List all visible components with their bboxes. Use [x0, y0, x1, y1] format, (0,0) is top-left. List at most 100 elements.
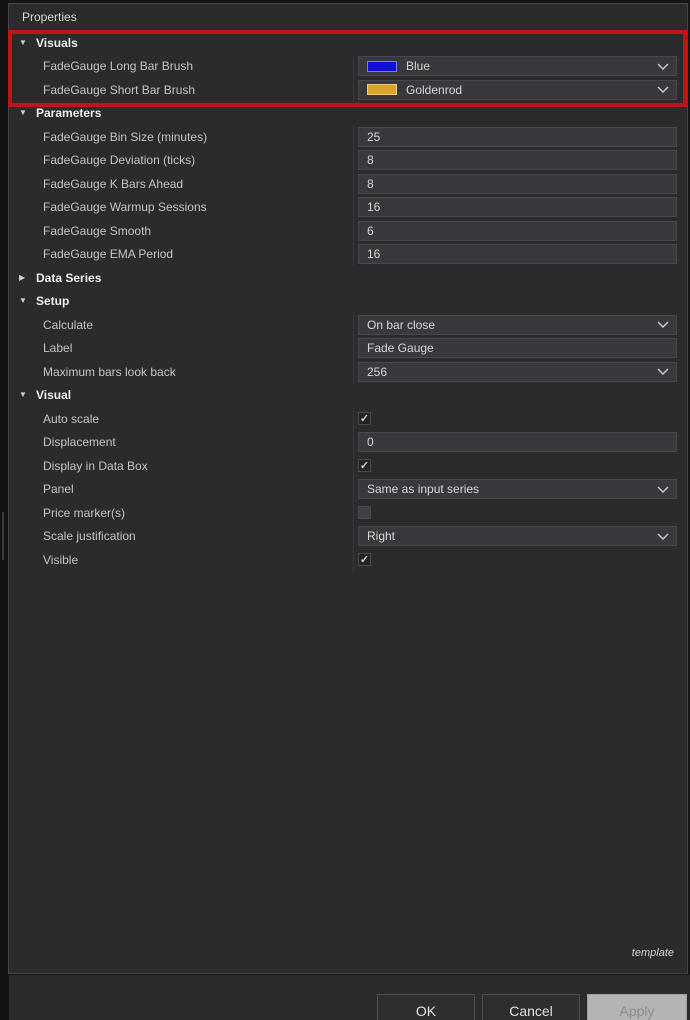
price-markers-checkbox[interactable]	[358, 506, 371, 519]
row-short-bar-brush: FadeGauge Short Bar Brush Goldenrod	[9, 78, 687, 102]
row-long-bar-brush: FadeGauge Long Bar Brush Blue	[9, 55, 687, 79]
short-bar-brush-dropdown[interactable]: Goldenrod	[358, 80, 677, 100]
row-scale-justification: Scale justification Right	[9, 525, 687, 549]
prop-label: Maximum bars look back	[43, 365, 176, 379]
prop-label: Visible	[43, 553, 78, 567]
dropdown-value: 256	[367, 365, 387, 379]
row-panel: Panel Same as input series	[9, 478, 687, 502]
properties-panel: Properties ▼ Visuals FadeGauge Long Bar …	[8, 3, 688, 974]
row-warmup-sessions: FadeGauge Warmup Sessions 16	[9, 196, 687, 220]
color-swatch-goldenrod	[367, 84, 397, 95]
dropdown-value: Same as input series	[367, 482, 479, 496]
section-setup[interactable]: ▼ Setup	[9, 290, 687, 314]
row-bin-size: FadeGauge Bin Size (minutes) 25	[9, 125, 687, 149]
prop-label: FadeGauge Deviation (ticks)	[43, 153, 195, 167]
data-box-checkbox[interactable]: ✓	[358, 459, 371, 472]
displacement-input[interactable]: 0	[358, 432, 677, 452]
section-label: Parameters	[36, 106, 101, 120]
max-bars-dropdown[interactable]: 256	[358, 362, 677, 382]
row-displacement: Displacement 0	[9, 431, 687, 455]
smooth-input[interactable]: 6	[358, 221, 677, 241]
row-max-bars-look-back: Maximum bars look back 256	[9, 360, 687, 384]
prop-label: FadeGauge Bin Size (minutes)	[43, 130, 207, 144]
row-smooth: FadeGauge Smooth 6	[9, 219, 687, 243]
triangle-expanded-icon[interactable]: ▼	[19, 39, 29, 47]
calculate-dropdown[interactable]: On bar close	[358, 315, 677, 335]
check-icon: ✓	[360, 414, 369, 424]
input-value: Fade Gauge	[367, 341, 434, 355]
dropdown-value: Right	[367, 529, 395, 543]
prop-label: FadeGauge Short Bar Brush	[43, 83, 195, 97]
input-value: 8	[367, 177, 374, 191]
section-label: Visuals	[36, 36, 78, 50]
prop-label: FadeGauge Warmup Sessions	[43, 200, 207, 214]
k-bars-ahead-input[interactable]: 8	[358, 174, 677, 194]
section-label: Setup	[36, 294, 69, 308]
prop-label: FadeGauge K Bars Ahead	[43, 177, 183, 191]
prop-label: Scale justification	[43, 529, 136, 543]
row-auto-scale: Auto scale ✓	[9, 407, 687, 431]
chevron-down-icon	[657, 86, 669, 93]
row-ema-period: FadeGauge EMA Period 16	[9, 243, 687, 267]
dialog-footer: OK Cancel Apply	[9, 975, 690, 1020]
dropdown-value: Goldenrod	[406, 83, 462, 97]
section-parameters[interactable]: ▼ Parameters	[9, 102, 687, 126]
long-bar-brush-dropdown[interactable]: Blue	[358, 56, 677, 76]
section-label: Data Series	[36, 271, 101, 285]
title-bar[interactable]: Properties	[9, 4, 687, 31]
auto-scale-checkbox[interactable]: ✓	[358, 412, 371, 425]
input-value: 8	[367, 153, 374, 167]
section-visual[interactable]: ▼ Visual	[9, 384, 687, 408]
row-price-markers: Price marker(s)	[9, 501, 687, 525]
triangle-expanded-icon[interactable]: ▼	[19, 391, 29, 399]
template-link[interactable]: template	[632, 947, 674, 959]
chevron-down-icon	[657, 486, 669, 493]
prop-label: Calculate	[43, 318, 93, 332]
triangle-collapsed-icon[interactable]: ▶	[19, 274, 29, 282]
properties-window: Properties ▼ Visuals FadeGauge Long Bar …	[0, 0, 690, 1020]
property-grid: ▼ Visuals FadeGauge Long Bar Brush Blue …	[9, 31, 687, 572]
bin-size-input[interactable]: 25	[358, 127, 677, 147]
row-calculate: Calculate On bar close	[9, 313, 687, 337]
dropdown-value: Blue	[406, 59, 430, 73]
prop-label: FadeGauge Smooth	[43, 224, 151, 238]
prop-label: FadeGauge EMA Period	[43, 247, 173, 261]
input-value: 16	[367, 200, 380, 214]
input-value: 16	[367, 247, 380, 261]
chevron-down-icon	[657, 533, 669, 540]
row-k-bars-ahead: FadeGauge K Bars Ahead 8	[9, 172, 687, 196]
input-value: 6	[367, 224, 374, 238]
row-deviation: FadeGauge Deviation (ticks) 8	[9, 149, 687, 173]
row-visible: Visible ✓	[9, 548, 687, 572]
input-value: 25	[367, 130, 380, 144]
check-icon: ✓	[360, 555, 369, 565]
page-title: Properties	[22, 10, 77, 24]
color-swatch-blue	[367, 61, 397, 72]
input-value: 0	[367, 435, 374, 449]
label-input[interactable]: Fade Gauge	[358, 338, 677, 358]
scale-justification-dropdown[interactable]: Right	[358, 526, 677, 546]
section-data-series[interactable]: ▶ Data Series	[9, 266, 687, 290]
triangle-expanded-icon[interactable]: ▼	[19, 297, 29, 305]
prop-label: Price marker(s)	[43, 506, 125, 520]
visible-checkbox[interactable]: ✓	[358, 553, 371, 566]
ema-period-input[interactable]: 16	[358, 244, 677, 264]
panel-dropdown[interactable]: Same as input series	[358, 479, 677, 499]
warmup-sessions-input[interactable]: 16	[358, 197, 677, 217]
prop-label: Display in Data Box	[43, 459, 148, 473]
deviation-input[interactable]: 8	[358, 150, 677, 170]
ok-button[interactable]: OK	[377, 994, 475, 1020]
row-display-in-data-box: Display in Data Box ✓	[9, 454, 687, 478]
chevron-down-icon	[657, 368, 669, 375]
cancel-button[interactable]: Cancel	[482, 994, 580, 1020]
row-label: Label Fade Gauge	[9, 337, 687, 361]
triangle-expanded-icon[interactable]: ▼	[19, 109, 29, 117]
dropdown-value: On bar close	[367, 318, 435, 332]
apply-button[interactable]: Apply	[587, 994, 687, 1020]
window-left-edge	[0, 0, 8, 1020]
window-edge-handle	[2, 512, 4, 560]
check-icon: ✓	[360, 461, 369, 471]
prop-label: Label	[43, 341, 72, 355]
section-visuals[interactable]: ▼ Visuals	[9, 31, 687, 55]
section-label: Visual	[36, 388, 71, 402]
